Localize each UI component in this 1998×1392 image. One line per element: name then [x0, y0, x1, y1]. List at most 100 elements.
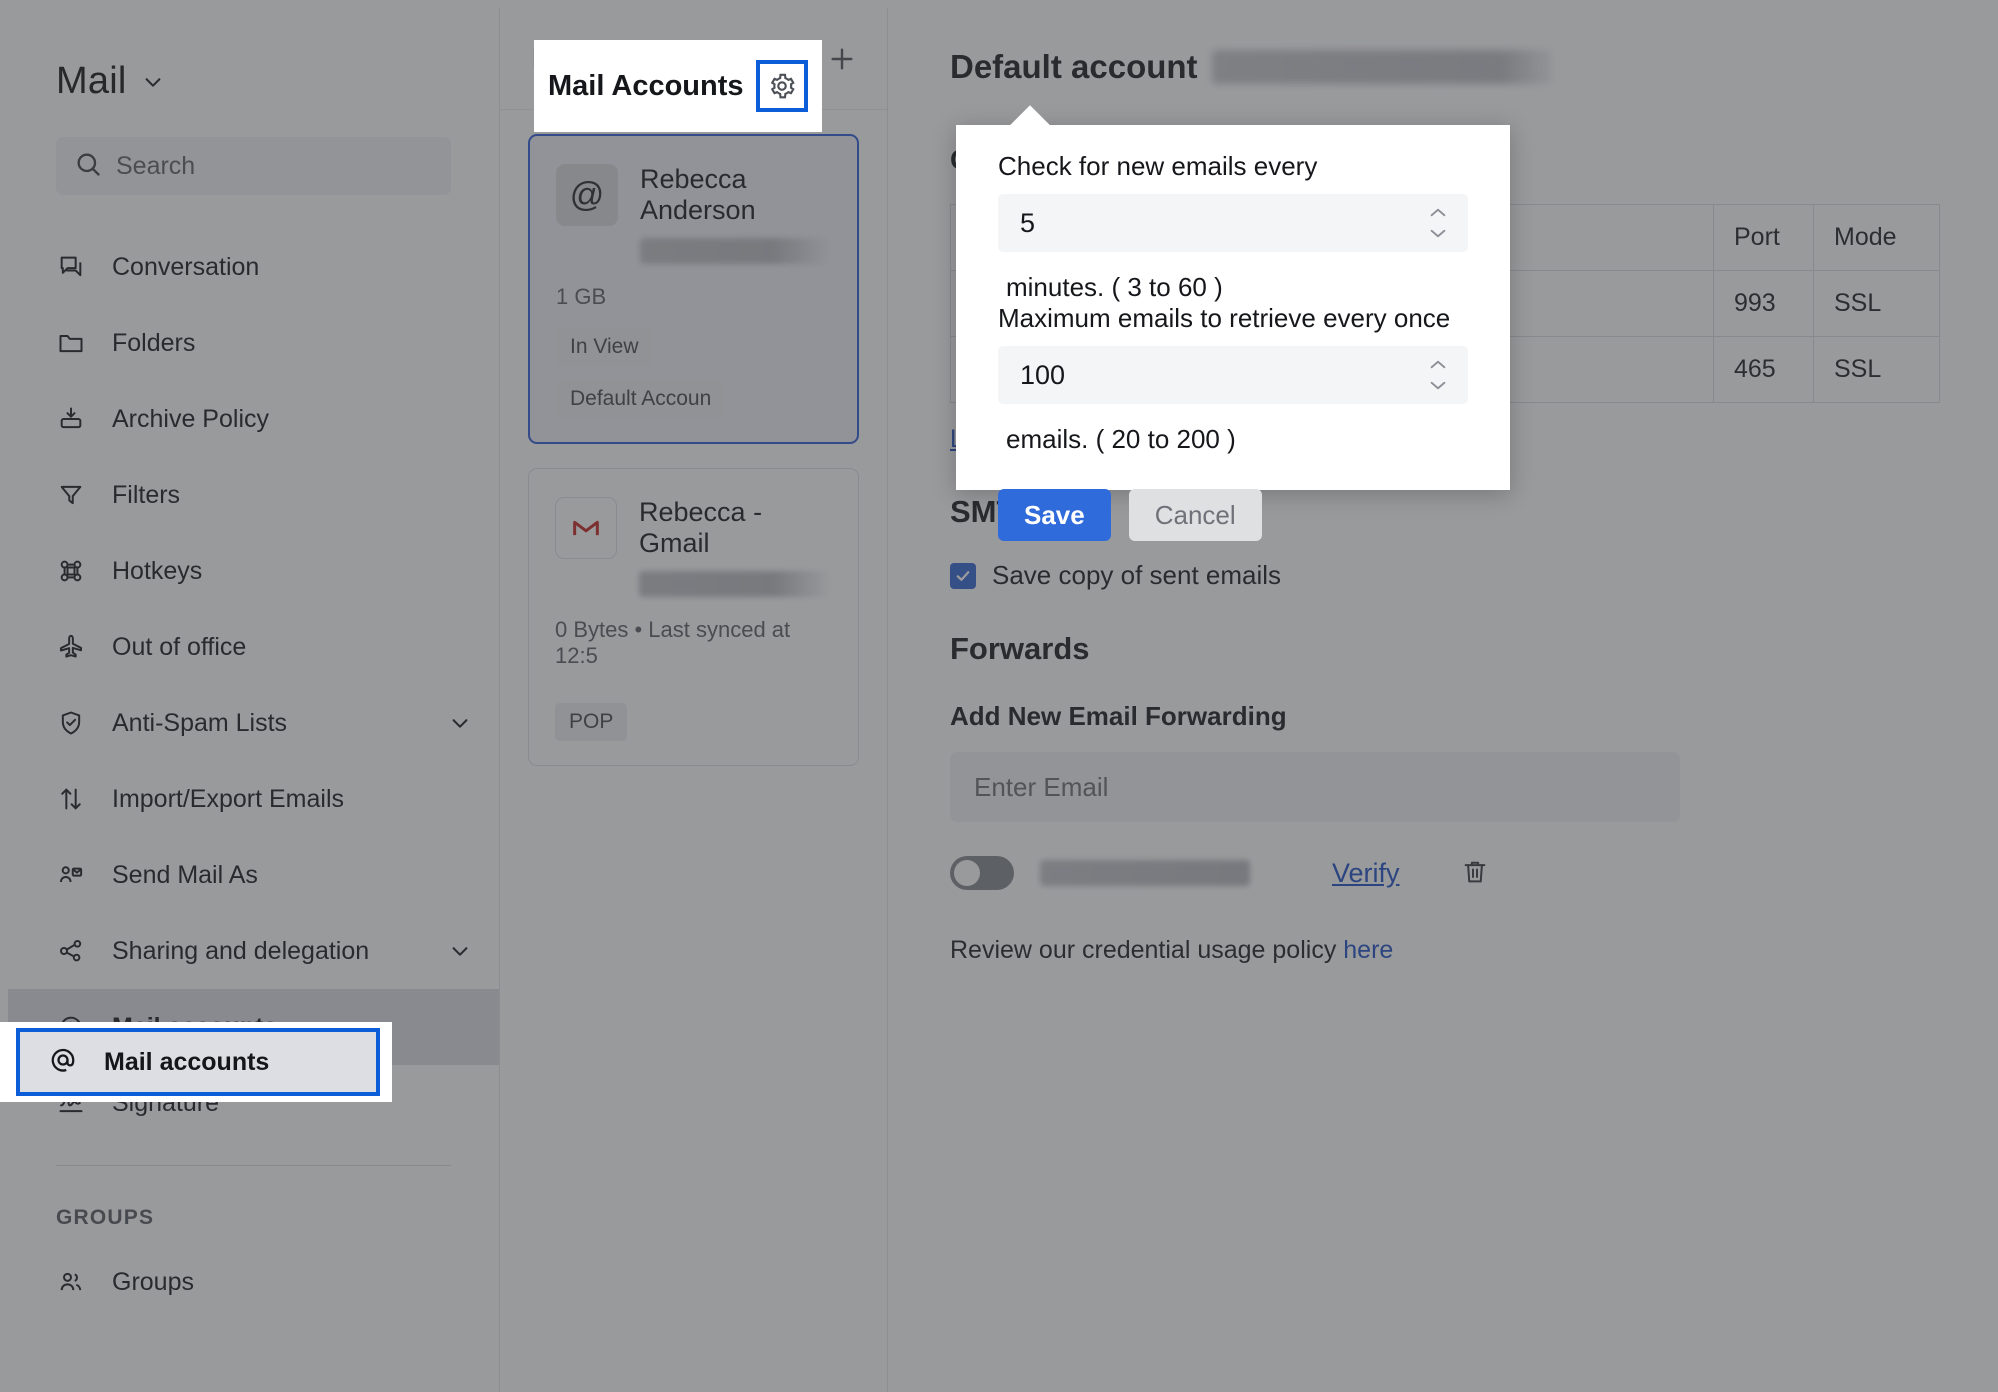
- check-interval-value: 5: [1020, 208, 1035, 239]
- credential-policy-text: Review our credential usage policy here: [950, 936, 1940, 965]
- max-emails-value: 100: [1020, 360, 1065, 391]
- filter-icon: [56, 480, 86, 510]
- command-icon: [56, 556, 86, 586]
- app-title: Mail: [56, 60, 126, 103]
- save-button[interactable]: Save: [998, 489, 1111, 541]
- search-icon: [74, 150, 102, 183]
- sidebar-item-label: Out of office: [112, 633, 246, 662]
- forward-entry-row: Verify: [950, 856, 1940, 890]
- sidebar-item-label: Archive Policy: [112, 405, 269, 434]
- account-meta: 0 Bytes • Last synced at 12:5: [555, 617, 832, 669]
- sidebar-item-archive-policy[interactable]: Archive Policy: [8, 381, 499, 457]
- sidebar-item-label: Hotkeys: [112, 557, 202, 586]
- chip-in-view: In View: [556, 328, 653, 366]
- account-chips: In View Default Accoun: [556, 328, 831, 418]
- mail-accounts-panel: Mail Accounts @ Rebecca Anderson: [500, 8, 888, 1392]
- account-email-redacted: [639, 571, 832, 597]
- account-size: 1 GB: [556, 284, 831, 310]
- forward-email-redacted: [1040, 860, 1250, 886]
- gear-icon-highlighted[interactable]: [756, 60, 808, 112]
- add-forwarding-label: Add New Email Forwarding: [950, 701, 1940, 732]
- max-emails-label: Maximum emails to retrieve every once: [998, 303, 1468, 334]
- gmail-icon: [555, 497, 617, 559]
- airplane-icon: [56, 632, 86, 662]
- sidebar-item-conversation[interactable]: Conversation: [8, 229, 499, 305]
- sidebar-item-folders[interactable]: Folders: [8, 305, 499, 381]
- cell-port: 993: [1714, 271, 1814, 337]
- add-account-button[interactable]: [819, 36, 865, 82]
- sidebar-nav: Conversation Folders Archive Policy: [8, 229, 499, 1141]
- sidebar-item-mail-accounts-highlighted[interactable]: Mail accounts: [16, 1028, 380, 1096]
- account-card-top: @ Rebecca Anderson: [556, 164, 831, 264]
- sidebar-item-filters[interactable]: Filters: [8, 457, 499, 533]
- sidebar-item-anti-spam-lists[interactable]: Anti-Spam Lists: [8, 685, 499, 761]
- cell-mode: SSL: [1814, 337, 1940, 403]
- chip-pop: POP: [555, 703, 627, 741]
- sidebar-item-label: Filters: [112, 481, 180, 510]
- chevron-down-icon: [1426, 228, 1450, 239]
- at-avatar-icon: @: [556, 164, 618, 226]
- chevron-down-icon[interactable]: [449, 940, 471, 962]
- account-name: Rebecca - Gmail: [639, 497, 832, 559]
- check-mail-settings-popup: Check for new emails every 5 minutes. ( …: [956, 125, 1510, 490]
- sidebar-item-label: Mail accounts: [104, 1048, 269, 1077]
- check-interval-hint: minutes. ( 3 to 60 ): [998, 272, 1468, 303]
- search-input[interactable]: Search: [56, 137, 451, 195]
- avatar-glyph: @: [570, 176, 605, 215]
- page-title-email-redacted: [1212, 50, 1552, 84]
- max-emails-stepper[interactable]: 100: [998, 346, 1468, 404]
- verify-link[interactable]: Verify: [1332, 858, 1400, 889]
- sidebar-item-sharing-and-delegation[interactable]: Sharing and delegation: [8, 913, 499, 989]
- sidebar-item-hotkeys[interactable]: Hotkeys: [8, 533, 499, 609]
- folder-icon: [56, 328, 86, 358]
- cell-mode: SSL: [1814, 271, 1940, 337]
- at-icon: [48, 1045, 78, 1080]
- app-brand[interactable]: Mail: [8, 8, 499, 103]
- sidebar-item-label: Folders: [112, 329, 195, 358]
- sidebar-item-import-export-emails[interactable]: Import/Export Emails: [8, 761, 499, 837]
- sidebar-item-out-of-office[interactable]: Out of office: [8, 609, 499, 685]
- checkbox-checked-icon[interactable]: [950, 563, 976, 589]
- page-title: Default account: [950, 48, 1940, 86]
- chevron-up-icon: [1426, 207, 1450, 218]
- search-placeholder: Search: [116, 152, 195, 181]
- table-col-mode: Mode: [1814, 205, 1940, 271]
- people-icon: [56, 1267, 86, 1297]
- forward-enabled-toggle[interactable]: [950, 856, 1014, 890]
- stepper-arrows[interactable]: [1426, 359, 1450, 391]
- sidebar-item-label: Send Mail As: [112, 861, 258, 890]
- account-card-top: Rebecca - Gmail: [555, 497, 832, 597]
- chevron-down-icon[interactable]: [142, 71, 164, 93]
- spotlight-sidebar-mail-accounts: Mail accounts: [0, 1022, 392, 1102]
- send-mail-as-icon: [56, 860, 86, 890]
- cell-port: 465: [1714, 337, 1814, 403]
- share-nodes-icon: [56, 936, 86, 966]
- sidebar: Mail Search Conversation Fold: [8, 8, 500, 1392]
- policy-text: Review our credential usage policy: [950, 936, 1343, 964]
- archive-icon: [56, 404, 86, 434]
- policy-here-link[interactable]: here: [1343, 936, 1393, 964]
- account-card-default[interactable]: @ Rebecca Anderson 1 GB In View Default …: [528, 134, 859, 444]
- chevron-up-icon: [1426, 359, 1450, 370]
- forward-email-input[interactable]: Enter Email: [950, 752, 1680, 822]
- chevron-down-icon[interactable]: [449, 712, 471, 734]
- sidebar-item-label: Sharing and delegation: [112, 937, 369, 966]
- shield-check-icon: [56, 708, 86, 738]
- account-card-gmail[interactable]: Rebecca - Gmail 0 Bytes • Last synced at…: [528, 468, 859, 766]
- chip-default-account: Default Accoun: [556, 380, 725, 418]
- check-interval-stepper[interactable]: 5: [998, 194, 1468, 252]
- save-copy-checkbox-row[interactable]: Save copy of sent emails: [950, 560, 1940, 591]
- stepper-arrows[interactable]: [1426, 207, 1450, 239]
- trash-icon[interactable]: [1460, 856, 1490, 890]
- account-email-redacted: [640, 238, 831, 264]
- page-title-text: Default account: [950, 48, 1198, 86]
- sidebar-item-label: Groups: [112, 1268, 194, 1297]
- sidebar-item-groups[interactable]: Groups: [8, 1244, 499, 1320]
- check-interval-label: Check for new emails every: [998, 151, 1468, 182]
- sidebar-section-groups-title: GROUPS: [8, 1166, 499, 1230]
- sidebar-item-send-mail-as[interactable]: Send Mail As: [8, 837, 499, 913]
- spotlight-mail-accounts-header: Mail Accounts: [534, 40, 822, 132]
- panel-title-highlighted: Mail Accounts: [548, 70, 744, 103]
- conversation-icon: [56, 252, 86, 282]
- cancel-button[interactable]: Cancel: [1129, 489, 1262, 541]
